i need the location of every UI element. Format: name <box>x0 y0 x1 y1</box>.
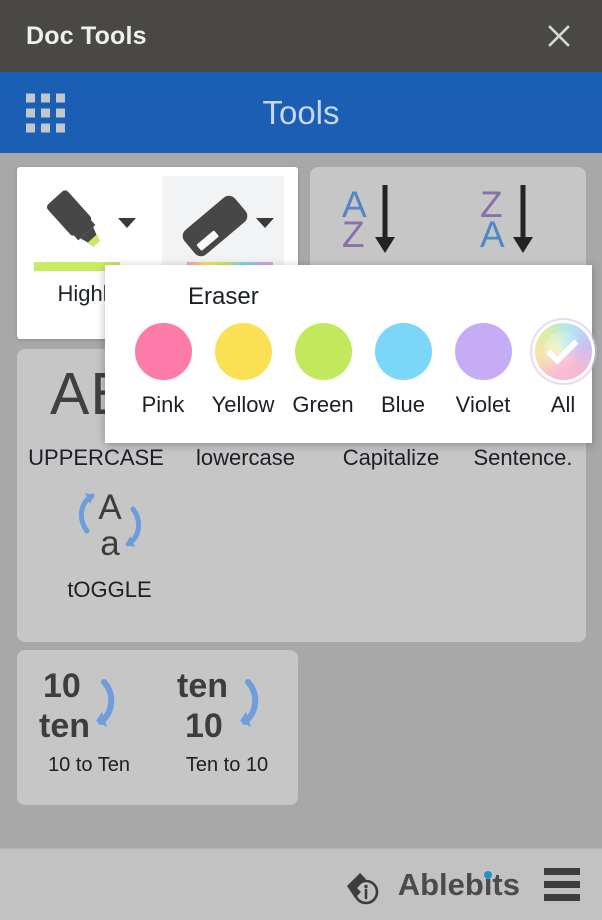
word-to-number-icon: ten 10 <box>177 667 259 744</box>
svg-text:10: 10 <box>43 667 81 705</box>
sort-a-to-z-icon: A Z <box>342 183 398 257</box>
down-arrow-icon <box>512 185 533 253</box>
highlighter-button[interactable] <box>24 176 146 277</box>
svg-text:ten: ten <box>177 667 228 705</box>
brand-name: Ablebits <box>398 867 520 903</box>
page-title: Doc Tools <box>26 21 147 50</box>
color-label-pink: Pink <box>141 392 185 417</box>
number-to-word-label: 10 to Ten <box>48 754 130 776</box>
highlighter-marker-icon <box>46 190 101 247</box>
close-icon <box>548 25 570 47</box>
numbers-panel: 10 ten 10 to Ten ten 10 Ten to 10 <box>17 650 298 805</box>
toggle-case-button[interactable]: A a tOGGLE <box>37 479 182 619</box>
sort-panel: A Z Z A <box>310 167 586 279</box>
eraser-dropdown-caret[interactable] <box>256 218 274 228</box>
highlighter-dropdown-caret[interactable] <box>118 218 136 228</box>
eraser-icon <box>182 195 248 257</box>
eraser-color-green[interactable]: Green <box>285 323 361 418</box>
tools-title: Tools <box>262 93 340 131</box>
color-label-yellow: Yellow <box>211 392 275 417</box>
svg-text:ten: ten <box>39 707 90 744</box>
down-arrow-icon <box>374 185 395 253</box>
tools-header: Tools <box>0 72 602 153</box>
svg-text:a: a <box>100 524 120 561</box>
brand-accent-dot <box>483 870 492 879</box>
number-to-word-icon: 10 ten <box>39 667 115 744</box>
color-swatch-yellow <box>214 323 272 380</box>
svg-text:10: 10 <box>185 707 223 744</box>
brand-text: Ablebits <box>397 866 520 902</box>
sort-a-to-z-button[interactable]: A Z <box>320 179 440 271</box>
word-to-number-label: Ten to 10 <box>185 754 269 776</box>
color-swatch-blue <box>374 323 432 380</box>
color-swatch-all <box>534 323 592 380</box>
color-label-green: Green <box>292 392 354 417</box>
eraser-button[interactable] <box>162 176 284 277</box>
check-icon <box>546 331 579 365</box>
eraser-color-list: Pink Yellow Green Blue Violet All <box>123 323 602 418</box>
footer: Ablebits <box>0 848 602 920</box>
hamburger-menu-icon[interactable] <box>544 868 580 901</box>
eraser-color-all[interactable]: All <box>525 323 601 418</box>
sort-z-to-a-icon: Z A <box>480 183 536 257</box>
doc-tools-panel: Doc Tools Tools Highli A Z Z A AB UPPERC… <box>0 0 602 920</box>
case-option-uppercase[interactable]: UPPERCASE <box>20 445 172 471</box>
color-label-blue: Blue <box>380 392 426 417</box>
eraser-dropdown-title: Eraser <box>188 283 259 310</box>
highlight-tools-row <box>17 167 298 277</box>
eraser-color-pink[interactable]: Pink <box>125 323 201 418</box>
case-option-sentence[interactable]: Sentence. <box>463 445 583 471</box>
svg-text:A: A <box>98 488 122 527</box>
color-label-violet: Violet <box>455 392 511 417</box>
case-option-lowercase[interactable]: lowercase <box>172 445 319 471</box>
color-label-all: All <box>550 392 576 417</box>
sort-za-bottom-letter: A <box>480 214 505 255</box>
word-to-number-button[interactable]: ten 10 Ten to 10 <box>157 660 297 795</box>
number-to-word-button[interactable]: 10 ten 10 to Ten <box>19 660 159 795</box>
apps-grid-icon[interactable] <box>26 93 65 132</box>
ablebits-info-logo-icon <box>346 872 379 904</box>
case-option-capitalize[interactable]: Capitalize <box>319 445 463 471</box>
eraser-color-yellow[interactable]: Yellow <box>205 323 281 418</box>
toggle-case-icon: A a <box>78 488 142 561</box>
close-button[interactable] <box>538 15 580 57</box>
color-swatch-green <box>294 323 352 380</box>
ablebits-brand[interactable]: Ablebits <box>339 862 520 908</box>
eraser-color-dropdown: Eraser Pink Yellow Green Blue Violet All <box>105 265 592 443</box>
eraser-color-violet[interactable]: Violet <box>445 323 521 418</box>
color-swatch-pink <box>134 323 192 380</box>
titlebar: Doc Tools <box>0 0 602 72</box>
color-swatch-violet <box>454 323 512 380</box>
toggle-case-label: tOGGLE <box>67 577 152 602</box>
eraser-color-blue[interactable]: Blue <box>365 323 441 418</box>
sort-z-to-a-button[interactable]: Z A <box>458 179 578 271</box>
case-options: UPPERCASE lowercase Capitalize Sentence. <box>17 445 586 471</box>
sort-az-bottom-letter: Z <box>342 214 365 255</box>
